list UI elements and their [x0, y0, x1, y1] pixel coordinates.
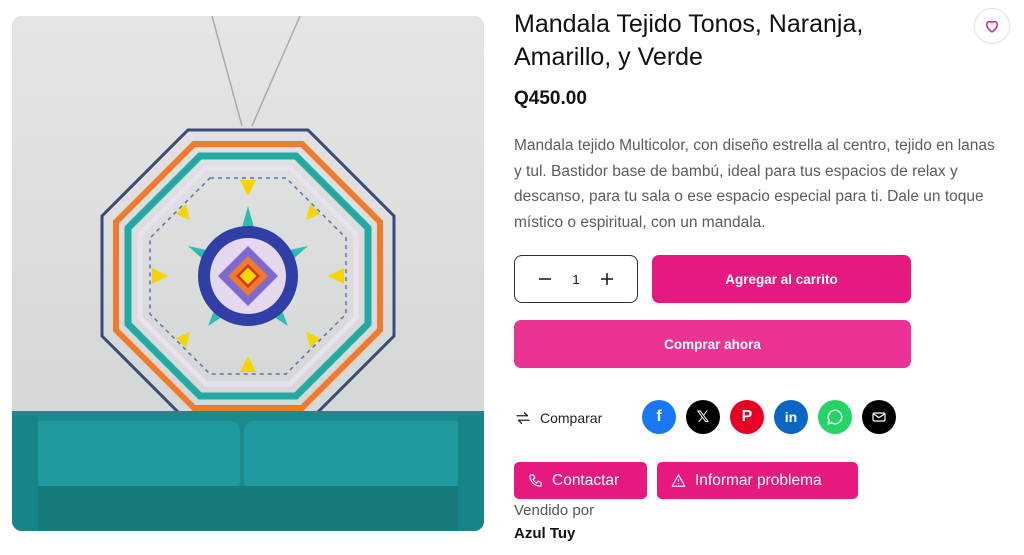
report-label: Informar problema [695, 471, 822, 489]
product-price: Q450.00 [514, 88, 587, 109]
whatsapp-share-icon[interactable] [818, 400, 852, 434]
linkedin-share-icon[interactable]: in [774, 400, 808, 434]
product-title: Mandala Tejido Tonos, Naranja, Amarillo,… [514, 10, 864, 71]
plus-icon [601, 273, 614, 285]
compare-arrows-icon [516, 412, 530, 424]
contact-button[interactable]: Contactar [514, 462, 647, 499]
heart-icon [986, 20, 998, 33]
compare-label: Comparar [540, 410, 603, 426]
quantity-value[interactable]: 1 [572, 272, 579, 287]
increase-quantity-button[interactable] [595, 267, 619, 291]
product-image[interactable] [12, 16, 484, 531]
email-share-icon[interactable] [862, 400, 896, 434]
decrease-quantity-button[interactable] [533, 267, 557, 291]
product-description: Mandala tejido Multicolor, con diseño es… [514, 137, 995, 231]
buy-now-button[interactable]: Comprar ahora [514, 320, 911, 368]
report-problem-button[interactable]: Informar problema [657, 462, 858, 499]
sold-by-label: Vendido por [514, 502, 595, 519]
quantity-stepper: 1 [514, 255, 638, 303]
social-share-bar: f 𝕏 P in [642, 400, 896, 434]
minus-icon [538, 278, 551, 280]
x-share-icon[interactable]: 𝕏 [686, 400, 720, 434]
contact-label: Contactar [552, 471, 620, 489]
pinterest-share-icon[interactable]: P [730, 400, 764, 434]
phone-icon [529, 474, 542, 487]
compare-button[interactable]: Comparar [514, 405, 602, 431]
vendor-name-link[interactable]: Azul Tuy [514, 525, 575, 542]
warning-icon [671, 474, 686, 487]
favorite-button[interactable] [974, 8, 1010, 44]
facebook-share-icon[interactable]: f [642, 400, 676, 434]
add-to-cart-button[interactable]: Agregar al carrito [652, 255, 911, 303]
